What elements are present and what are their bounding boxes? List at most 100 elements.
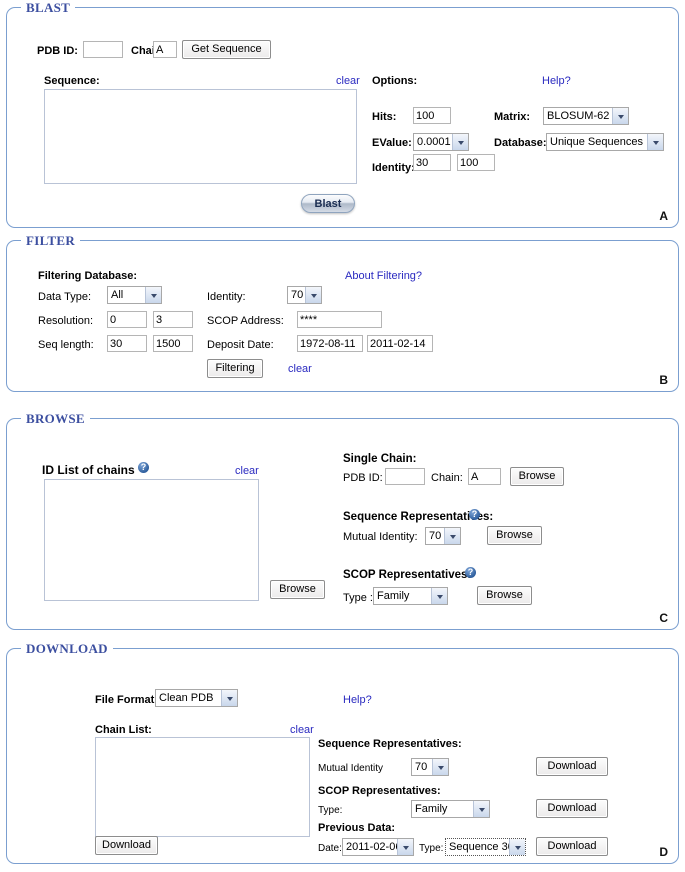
filter-deposit-date-to-input[interactable] <box>367 335 433 352</box>
chevron-down-icon <box>145 287 161 303</box>
about-filtering-link[interactable]: About Filtering? <box>345 269 422 283</box>
browse-type-select[interactable]: Family <box>373 587 448 605</box>
download-scop-rep-button[interactable]: Download <box>536 799 608 818</box>
download-chain-list-textarea[interactable] <box>95 737 310 837</box>
blast-sequence-label: Sequence: <box>44 75 100 87</box>
previous-data-heading: Previous Data: <box>318 822 396 834</box>
chevron-down-icon <box>452 134 468 150</box>
download-mutual-identity-value: 70 <box>415 761 428 773</box>
chevron-down-icon <box>509 839 525 855</box>
browse-mutual-identity-label: Mutual Identity: <box>343 531 418 543</box>
blast-pdb-id-input[interactable] <box>83 41 123 58</box>
filter-clear-link[interactable]: clear <box>288 362 312 376</box>
download-seq-rep-button[interactable]: Download <box>536 757 608 776</box>
download-date-label: Date: <box>318 843 342 854</box>
blast-sequence-textarea[interactable] <box>44 89 357 184</box>
browse-scop-rep-heading: SCOP Representatives: <box>343 569 472 581</box>
help-icon[interactable]: ? <box>138 462 149 473</box>
filtering-button[interactable]: Filtering <box>207 359 263 378</box>
browse-scop-rep-button[interactable]: Browse <box>477 586 532 605</box>
download-chain-list-button[interactable]: Download <box>95 836 158 855</box>
chevron-down-icon <box>397 839 413 855</box>
blast-database-label: Database: <box>494 137 547 149</box>
browse-chain-label: Chain: <box>431 472 463 484</box>
blast-evalue-select[interactable]: 0.0001 <box>413 133 469 151</box>
blast-hits-input[interactable] <box>413 107 451 124</box>
browse-chain-input[interactable] <box>468 468 501 485</box>
blast-chain-input[interactable] <box>153 41 177 58</box>
chevron-down-icon <box>473 801 489 817</box>
filter-resolution-max-input[interactable] <box>153 311 193 328</box>
blast-evalue-value: 0.0001 <box>417 136 451 148</box>
filter-resolution-min-input[interactable] <box>107 311 147 328</box>
filter-scop-address-input[interactable] <box>297 311 382 328</box>
download-type-select[interactable]: Family <box>411 800 490 818</box>
download-panel-letter: D <box>659 845 668 859</box>
blast-hits-label: Hits: <box>372 111 397 123</box>
download-prev-type-label: Type: <box>419 843 444 854</box>
help-icon[interactable]: ? <box>469 509 480 520</box>
page-root: BLAST PDB ID: Chain: Get Sequence Sequen… <box>0 0 685 872</box>
chain-list-label: Chain List: <box>95 724 152 736</box>
chevron-down-icon <box>221 690 237 706</box>
download-prev-type-select[interactable]: Sequence 30 <box>445 838 526 856</box>
filter-deposit-date-label: Deposit Date: <box>207 339 274 351</box>
browse-seq-rep-button[interactable]: Browse <box>487 526 542 545</box>
download-type-label: Type: <box>318 805 343 816</box>
filter-seq-length-min-input[interactable] <box>107 335 147 352</box>
chevron-down-icon <box>432 759 448 775</box>
browse-mutual-identity-select[interactable]: 70 <box>425 527 461 545</box>
download-mutual-identity-label: Mutual Identity <box>318 763 384 774</box>
filter-scop-address-label: SCOP Address: <box>207 315 284 327</box>
filter-data-type-value: All <box>111 289 124 301</box>
blast-matrix-select[interactable]: BLOSUM-62 <box>543 107 629 125</box>
browse-id-list-button[interactable]: Browse <box>270 580 325 599</box>
download-previous-button[interactable]: Download <box>536 837 608 856</box>
blast-identity-label: Identity: <box>372 162 415 174</box>
filter-panel-legend: FILTER <box>21 233 81 249</box>
blast-help-link[interactable]: Help? <box>542 74 571 88</box>
blast-matrix-value: BLOSUM-62 <box>547 110 610 122</box>
download-seq-rep-heading: Sequence Representatives: <box>318 738 462 750</box>
blast-identity-min-input[interactable] <box>413 154 451 171</box>
download-mutual-identity-select[interactable]: 70 <box>411 758 449 776</box>
browse-pdb-id-input[interactable] <box>385 468 425 485</box>
filter-data-type-select[interactable]: All <box>107 286 162 304</box>
download-scop-rep-heading: SCOP Representatives: <box>318 785 441 797</box>
filter-data-type-label: Data Type: <box>38 291 91 303</box>
blast-options-label: Options: <box>372 75 418 87</box>
download-date-select[interactable]: 2011-02-06 <box>342 838 414 856</box>
blast-database-value: Unique Sequences <box>550 136 643 148</box>
blast-sequence-clear-link[interactable]: clear <box>336 74 360 88</box>
browse-single-chain-button[interactable]: Browse <box>510 467 564 486</box>
blast-panel-letter: A <box>659 209 668 223</box>
chevron-down-icon <box>305 287 321 303</box>
help-icon[interactable]: ? <box>465 567 476 578</box>
filter-identity-label: Identity: <box>207 291 246 303</box>
download-chain-list-clear-link[interactable]: clear <box>290 723 314 737</box>
filter-deposit-date-from-input[interactable] <box>297 335 363 352</box>
file-format-value: Clean PDB <box>159 692 214 704</box>
download-panel: DOWNLOAD File Format: Clean PDB Help? Ch… <box>6 641 679 864</box>
browse-panel-letter: C <box>659 611 668 625</box>
file-format-select[interactable]: Clean PDB <box>155 689 238 707</box>
filter-seq-length-label: Seq length: <box>38 339 94 351</box>
chevron-down-icon <box>444 528 460 544</box>
blast-identity-max-input[interactable] <box>457 154 495 171</box>
browse-id-list-clear-link[interactable]: clear <box>235 464 259 478</box>
browse-type-label: Type : <box>343 592 373 604</box>
get-sequence-button[interactable]: Get Sequence <box>182 40 271 59</box>
browse-panel: BROWSE ID List of chains ? clear Browse … <box>6 411 679 630</box>
download-date-value: 2011-02-06 <box>346 841 397 853</box>
filtering-database-heading: Filtering Database: <box>38 270 138 282</box>
filter-identity-select[interactable]: 70 <box>287 286 322 304</box>
download-help-link[interactable]: Help? <box>343 693 372 707</box>
browse-id-list-textarea[interactable] <box>44 479 259 601</box>
filter-seq-length-max-input[interactable] <box>153 335 193 352</box>
filter-identity-value: 70 <box>291 289 304 301</box>
blast-database-select[interactable]: Unique Sequences <box>546 133 664 151</box>
blast-submit-button[interactable]: Blast <box>301 194 355 213</box>
browse-mutual-identity-value: 70 <box>429 530 442 542</box>
browse-pdb-id-label: PDB ID: <box>343 472 383 484</box>
browse-type-value: Family <box>377 590 410 602</box>
